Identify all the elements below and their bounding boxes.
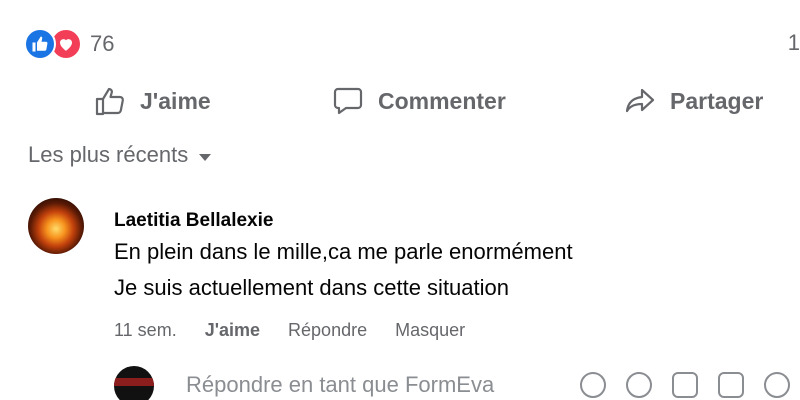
post-footer: 76 1 J'aime Commenter Partager Les plus …: [0, 0, 800, 400]
comment-like-button[interactable]: J'aime: [205, 320, 260, 341]
caret-down-icon: [199, 154, 212, 161]
reactions-summary[interactable]: 76: [24, 28, 114, 60]
like-reaction-icon: [24, 28, 56, 60]
comment-button-label: Commenter: [378, 87, 506, 114]
sticker-icon[interactable]: [764, 372, 790, 398]
reaction-icons: [24, 28, 82, 60]
like-button[interactable]: J'aime: [94, 78, 211, 124]
comment-sort-dropdown[interactable]: Les plus récents: [28, 142, 212, 168]
thumbs-up-outline-icon: [95, 87, 124, 116]
comment-reply-button[interactable]: Répondre: [288, 320, 367, 341]
comment-hide-button[interactable]: Masquer: [395, 320, 465, 341]
comment-count[interactable]: 1: [788, 30, 800, 56]
comment-bubble: Laetitia Bellalexie En plein dans le mil…: [114, 208, 794, 306]
share-button-label: Partager: [670, 87, 764, 114]
reply-tools: [580, 372, 790, 398]
comment-author[interactable]: Laetitia Bellalexie: [114, 208, 794, 234]
comment-actions: 11 sem. J'aime Répondre Masquer: [114, 320, 465, 341]
reaction-count[interactable]: 76: [90, 31, 114, 57]
comment-bubble-icon: [333, 87, 363, 115]
share-button[interactable]: Partager: [624, 78, 763, 124]
comment-timestamp[interactable]: 11 sem.: [114, 320, 177, 341]
avatar-sticker-icon[interactable]: [580, 372, 606, 398]
heart-icon: [60, 39, 72, 51]
action-bar: J'aime Commenter Partager: [0, 78, 800, 124]
comment-button[interactable]: Commenter: [332, 78, 506, 124]
avatar-band: [114, 378, 154, 386]
emoji-icon[interactable]: [626, 372, 652, 398]
comment-text-line-1: En plein dans le mille,ca me parle enorm…: [114, 239, 573, 264]
commenter-avatar[interactable]: [28, 198, 84, 254]
gif-icon[interactable]: [718, 372, 744, 398]
camera-icon[interactable]: [672, 372, 698, 398]
sort-label: Les plus récents: [28, 142, 189, 167]
reply-avatar: [114, 366, 154, 400]
share-arrow-icon: [625, 88, 655, 113]
reply-input[interactable]: Répondre en tant que FormEva: [186, 372, 494, 398]
comment-text-line-2: Je suis actuellement dans cette situatio…: [114, 275, 510, 300]
thumbs-up-icon: [32, 36, 48, 52]
like-button-label: J'aime: [140, 87, 211, 114]
